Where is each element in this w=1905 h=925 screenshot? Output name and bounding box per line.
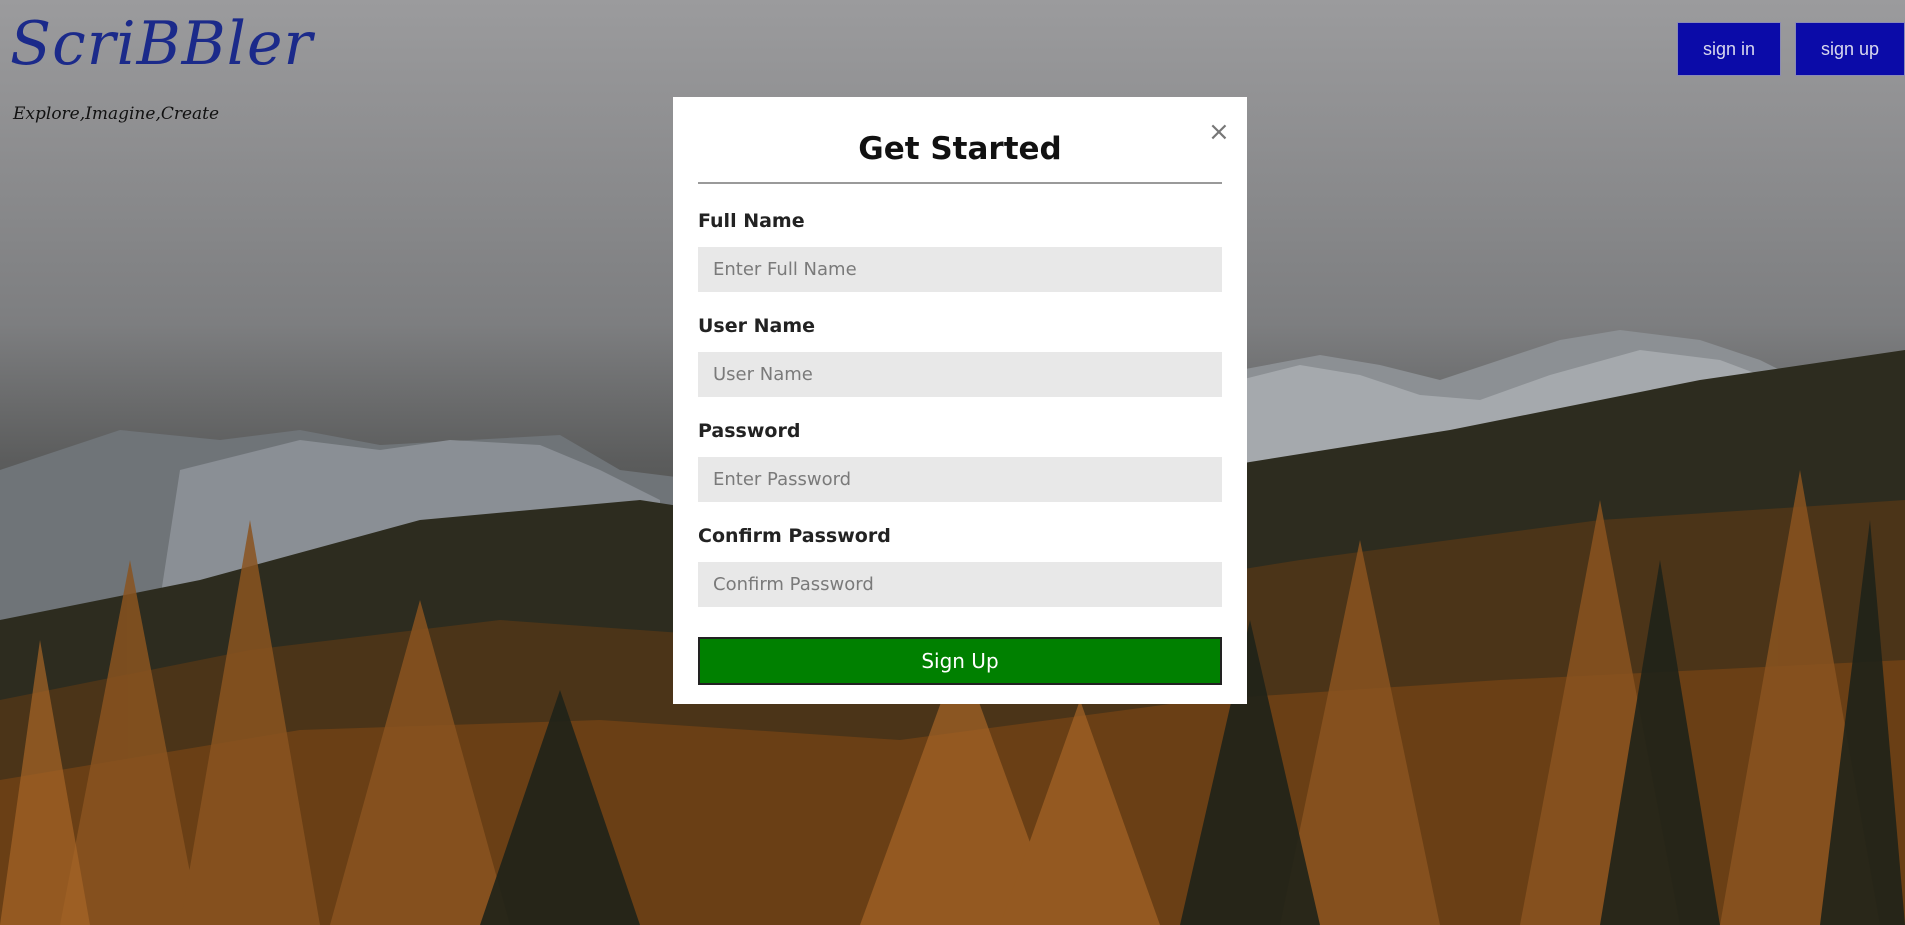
brand-tagline: Explore,Imagine,Create (13, 104, 220, 124)
user-name-label: User Name (698, 315, 816, 337)
password-label: Password (698, 420, 801, 442)
full-name-label: Full Name (698, 210, 805, 232)
signup-modal: × Get Started Full Name User Name Passwo… (673, 97, 1247, 704)
sign-up-button[interactable]: sign up (1795, 22, 1905, 76)
full-name-input[interactable] (698, 247, 1222, 292)
title-divider (698, 182, 1222, 184)
user-name-input[interactable] (698, 352, 1222, 397)
sign-up-submit-button[interactable]: Sign Up (698, 637, 1222, 685)
page-background: ScriBBler Explore,Imagine,Create sign in… (0, 0, 1905, 925)
confirm-password-input[interactable] (698, 562, 1222, 607)
sign-in-button[interactable]: sign in (1677, 22, 1781, 76)
modal-title: Get Started (858, 131, 1062, 167)
brand-logo: ScriBBler (10, 9, 314, 79)
confirm-password-label: Confirm Password (698, 525, 891, 547)
password-input[interactable] (698, 457, 1222, 502)
